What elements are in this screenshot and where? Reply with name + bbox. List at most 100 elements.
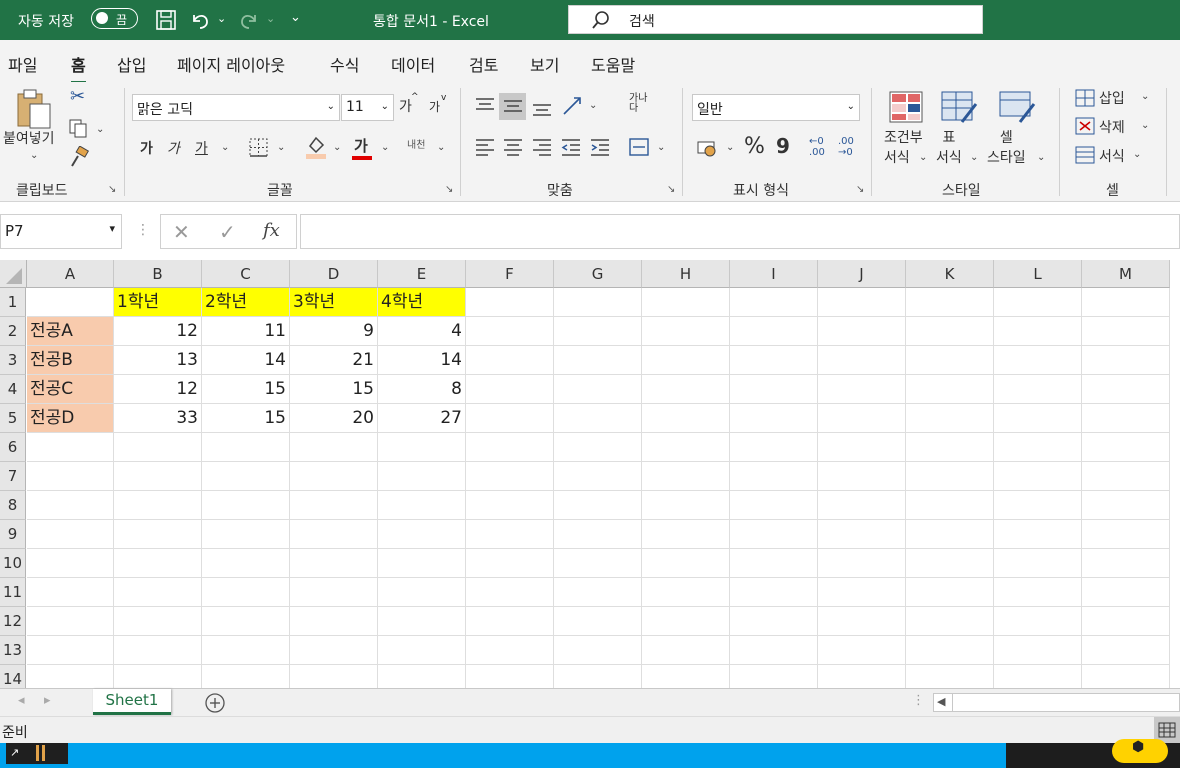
cell-k12[interactable] [906,607,994,636]
cell-d13[interactable] [290,636,378,665]
cell-h10[interactable] [642,549,730,578]
cell-b7[interactable] [114,462,202,491]
cell-g13[interactable] [554,636,642,665]
select-all-button[interactable] [0,260,27,288]
cell-a7[interactable] [27,462,114,491]
column-header-j[interactable]: J [818,260,906,288]
cell-e3[interactable]: 14 [378,346,466,375]
cell-b11[interactable] [114,578,202,607]
merge-dropdown-icon[interactable]: ⌄ [657,142,665,153]
cell-l1[interactable] [994,288,1082,317]
conditional-dropdown-icon[interactable]: ⌄ [919,152,927,163]
fill-color-dropdown-icon[interactable]: ⌄ [333,142,341,153]
row-header-14[interactable]: 14 [0,665,26,688]
align-left-icon[interactable] [474,137,496,157]
cell-c4[interactable]: 15 [202,375,290,404]
column-header-l[interactable]: L [994,260,1082,288]
cell-f2[interactable] [466,317,554,346]
italic-button[interactable]: 가 [167,138,180,158]
clipboard-launcher-icon[interactable]: ↘ [108,184,116,195]
cell-m4[interactable] [1082,375,1170,404]
cell-j3[interactable] [818,346,906,375]
redo-icon[interactable] [238,9,260,31]
cell-i9[interactable] [730,520,818,549]
copy-dropdown-icon[interactable]: ⌄ [96,124,104,135]
tab-insert[interactable]: 삽입 [117,52,146,76]
number-launcher-icon[interactable]: ↘ [856,184,864,195]
cell-b8[interactable] [114,491,202,520]
cell-a8[interactable] [27,491,114,520]
cell-b5[interactable]: 33 [114,404,202,433]
save-icon[interactable] [155,9,177,31]
tab-page-layout[interactable]: 페이지 레이아웃 [177,52,285,76]
cell-styles-button[interactable]: 셀 스타일 [987,128,1026,168]
tab-home[interactable]: 홈 [71,52,86,84]
cell-i7[interactable] [730,462,818,491]
phonetic-button[interactable]: 내천 [407,136,425,151]
phonetic-dropdown-icon[interactable]: ⌄ [437,142,445,153]
cell-b14[interactable] [114,665,202,688]
cell-d9[interactable] [290,520,378,549]
cell-b4[interactable]: 12 [114,375,202,404]
cell-d8[interactable] [290,491,378,520]
cell-c12[interactable] [202,607,290,636]
cell-a3[interactable]: 전공B [27,346,114,375]
accounting-dropdown-icon[interactable]: ⌄ [726,142,734,153]
cell-d7[interactable] [290,462,378,491]
delete-cells-icon[interactable] [1074,116,1096,136]
cell-e11[interactable] [378,578,466,607]
row-header-6[interactable]: 6 [0,433,26,462]
cell-f11[interactable] [466,578,554,607]
cell-h7[interactable] [642,462,730,491]
cell-l6[interactable] [994,433,1082,462]
cell-i4[interactable] [730,375,818,404]
search-box[interactable]: 검색 [568,5,983,34]
cell-l7[interactable] [994,462,1082,491]
cell-a6[interactable] [27,433,114,462]
cancel-icon[interactable]: ✕ [173,220,190,244]
cell-i14[interactable] [730,665,818,688]
cell-j13[interactable] [818,636,906,665]
cell-e2[interactable]: 4 [378,317,466,346]
cell-a10[interactable] [27,549,114,578]
cell-e8[interactable] [378,491,466,520]
cell-g6[interactable] [554,433,642,462]
tab-file[interactable]: 파일 [8,52,37,76]
row-header-9[interactable]: 9 [0,520,26,549]
cell-c11[interactable] [202,578,290,607]
format-painter-icon[interactable] [68,146,90,168]
insert-dropdown-icon[interactable]: ⌄ [1141,91,1149,102]
cell-j2[interactable] [818,317,906,346]
cell-k6[interactable] [906,433,994,462]
cell-styles-icon[interactable] [998,90,1038,126]
cell-l4[interactable] [994,375,1082,404]
format-as-table-icon[interactable] [940,90,980,126]
format-cells-icon[interactable] [1074,145,1096,165]
tab-review[interactable]: 검토 [469,52,498,76]
cell-m9[interactable] [1082,520,1170,549]
cell-g4[interactable] [554,375,642,404]
cell-m3[interactable] [1082,346,1170,375]
cell-m1[interactable] [1082,288,1170,317]
cell-d2[interactable]: 9 [290,317,378,346]
row-header-11[interactable]: 11 [0,578,26,607]
cell-j8[interactable] [818,491,906,520]
format-as-table-button[interactable]: 표 서식 [936,128,962,168]
cell-l8[interactable] [994,491,1082,520]
row-header-1[interactable]: 1 [0,288,26,317]
cell-b2[interactable]: 12 [114,317,202,346]
cell-c1[interactable]: 2학년 [202,288,290,317]
cell-h9[interactable] [642,520,730,549]
column-header-i[interactable]: I [730,260,818,288]
sheet-prev-icon[interactable]: ◂ [18,693,25,708]
cell-a13[interactable] [27,636,114,665]
cell-e7[interactable] [378,462,466,491]
sheet-next-icon[interactable]: ▸ [44,693,51,708]
cell-f3[interactable] [466,346,554,375]
column-header-c[interactable]: C [202,260,290,288]
cell-a11[interactable] [27,578,114,607]
cell-i2[interactable] [730,317,818,346]
cell-m2[interactable] [1082,317,1170,346]
cell-h13[interactable] [642,636,730,665]
orientation-dropdown-icon[interactable]: ⌄ [589,100,597,111]
